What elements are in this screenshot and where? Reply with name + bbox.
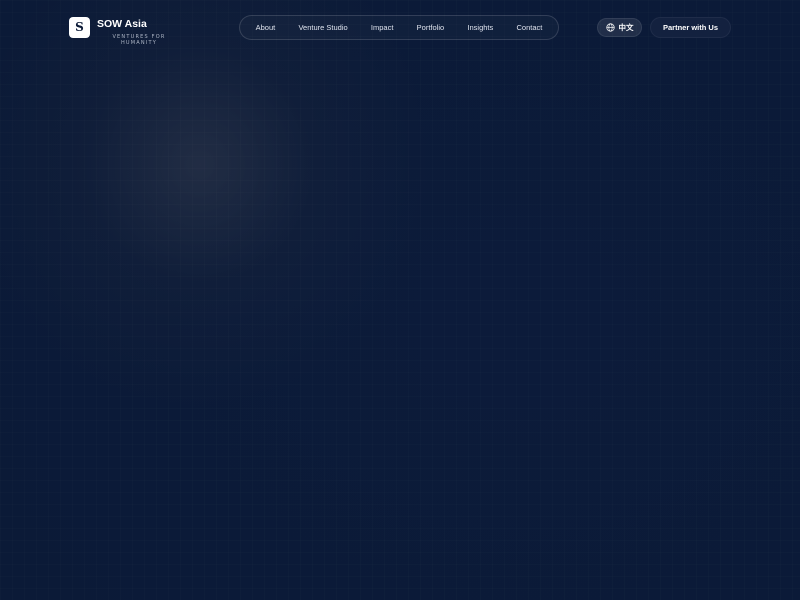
nav-link-venture-studio[interactable]: Venture Studio (298, 23, 347, 32)
logo-home-link[interactable]: S SOW Asia VENTURES FOR HUMANITY (69, 17, 169, 46)
language-toggle-button[interactable]: 中文 (597, 18, 642, 37)
nav-link-portfolio[interactable]: Portfolio (417, 23, 445, 32)
brand-tagline: VENTURES FOR HUMANITY (112, 34, 166, 46)
site-header: S SOW Asia VENTURES FOR HUMANITY About V… (0, 0, 800, 56)
nav-link-about[interactable]: About (256, 23, 276, 32)
partner-with-us-button[interactable]: Partner with Us (650, 17, 731, 38)
language-label: 中文 (618, 23, 634, 32)
main-navigation: About Venture Studio Impact Portfolio In… (239, 15, 559, 40)
logo-text: SOW Asia VENTURES FOR HUMANITY (97, 17, 169, 46)
nav-link-impact[interactable]: Impact (371, 23, 394, 32)
nav-link-insights[interactable]: Insights (467, 23, 493, 32)
brand-name: SOW Asia (97, 18, 147, 30)
globe-icon (605, 23, 615, 32)
hero-section (0, 56, 800, 600)
nav-link-contact[interactable]: Contact (517, 23, 543, 32)
logo-mark: S (69, 17, 90, 38)
